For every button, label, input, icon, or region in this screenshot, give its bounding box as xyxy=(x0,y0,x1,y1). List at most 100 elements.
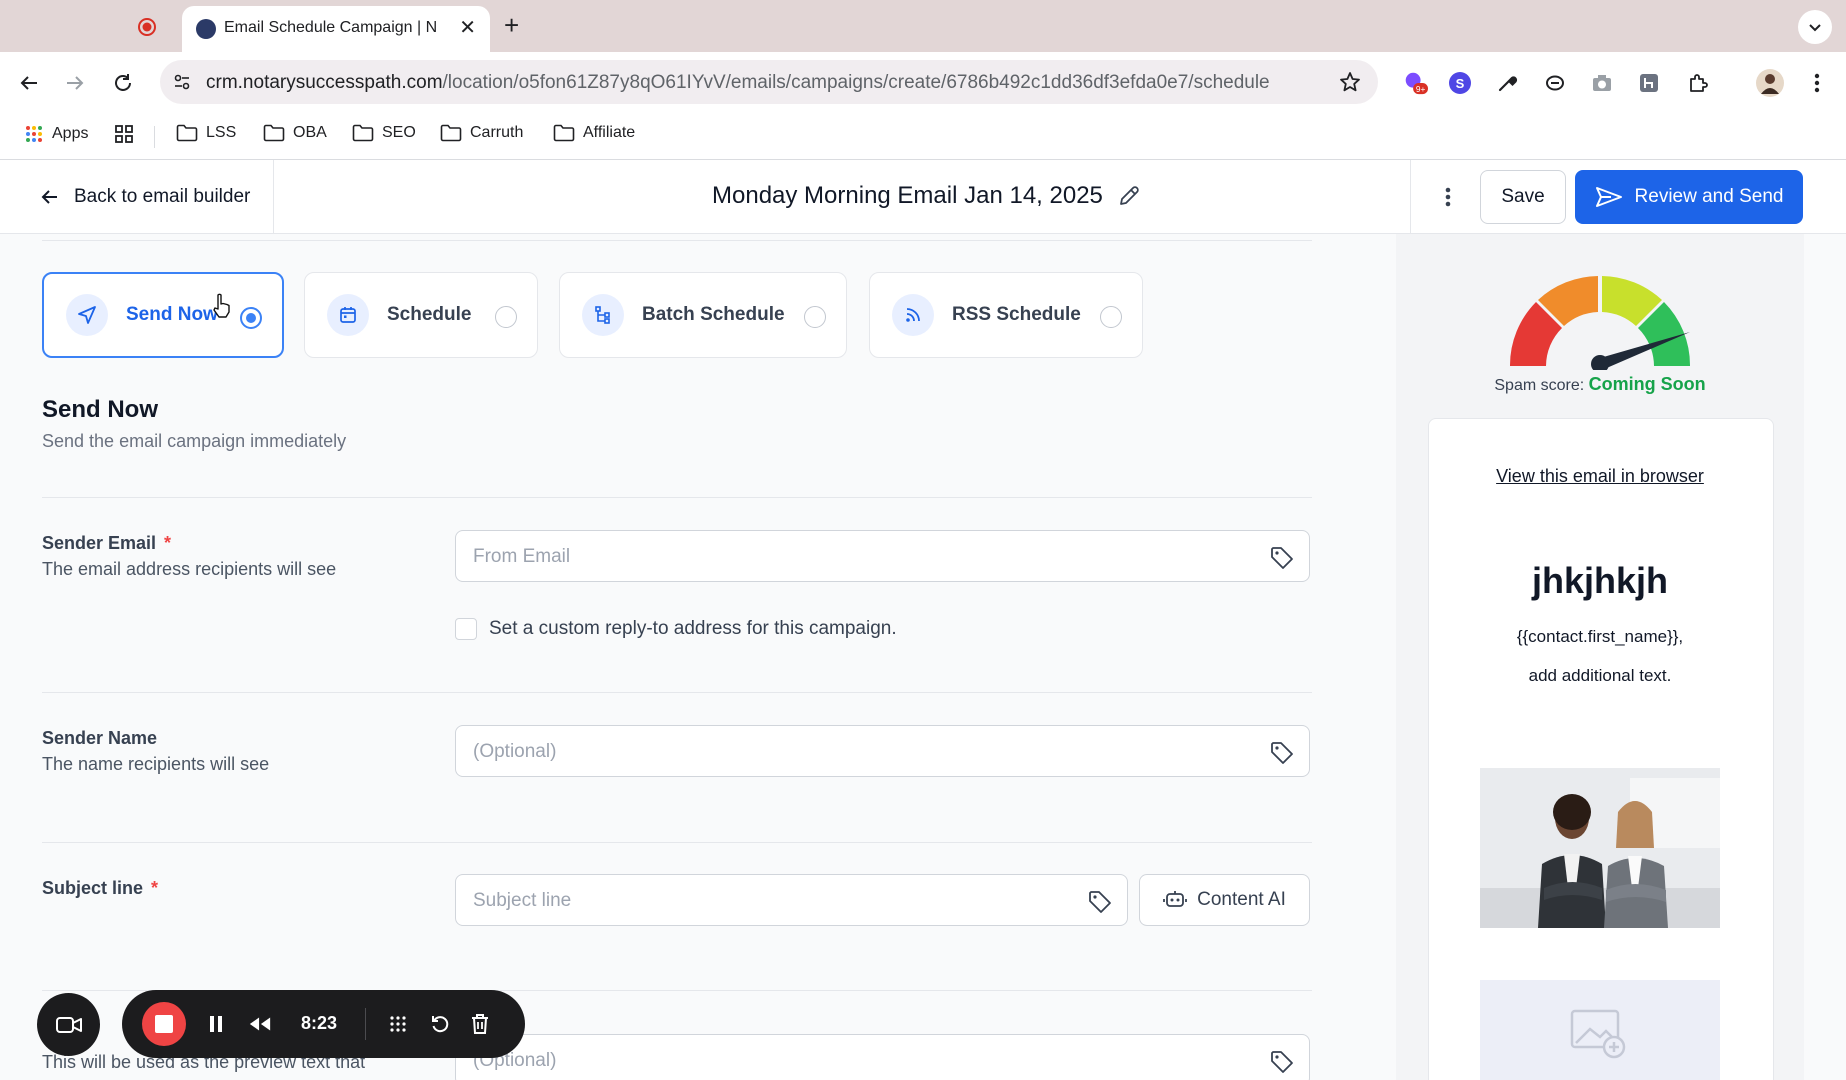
folder-icon xyxy=(352,124,374,142)
video-camera-icon xyxy=(55,1016,82,1033)
send-plane-icon xyxy=(66,294,108,336)
schedule-form: Send Now Schedule Batch Schedule RSS Sch… xyxy=(0,234,1396,1080)
new-tab-icon[interactable]: + xyxy=(504,12,519,38)
sender-name-input[interactable]: (Optional) xyxy=(455,725,1310,777)
address-bar[interactable]: crm.notarysuccesspath.com/location/o5fon… xyxy=(160,60,1378,104)
option-send-now[interactable]: Send Now xyxy=(42,272,284,358)
image-placeholder xyxy=(1480,980,1720,1080)
rss-schedule-radio[interactable] xyxy=(1100,306,1122,328)
rewind-icon[interactable] xyxy=(248,1012,272,1036)
folder-icon xyxy=(553,124,575,142)
trash-icon[interactable] xyxy=(468,1012,492,1036)
review-and-send-button[interactable]: Review and Send xyxy=(1575,170,1803,224)
send-now-radio[interactable] xyxy=(240,307,262,329)
bookmark-star-icon[interactable] xyxy=(1338,70,1362,94)
bookmark-folder-oba[interactable]: OBA xyxy=(263,124,327,142)
back-arrow-icon[interactable] xyxy=(16,70,42,96)
bookmark-divider xyxy=(154,126,155,148)
sender-name-label: Sender Name xyxy=(42,728,158,748)
custom-reply-to-label: Set a custom reply-to address for this c… xyxy=(489,618,897,639)
arrow-left-icon xyxy=(41,190,57,204)
close-tab-icon[interactable]: ✕ xyxy=(459,17,476,39)
subject-line-label: Subject line * xyxy=(42,878,159,898)
bookmark-folder-lss[interactable]: LSS xyxy=(176,124,236,142)
section-title: Send Now xyxy=(42,396,159,423)
browser-toolbar: crm.notarysuccesspath.com/location/o5fon… xyxy=(0,52,1846,112)
bookmark-folder-seo[interactable]: SEO xyxy=(352,124,416,142)
extension-chat-icon[interactable] xyxy=(1542,70,1568,96)
restart-icon[interactable] xyxy=(428,1012,452,1036)
svg-text:S: S xyxy=(1456,76,1465,91)
email-greeting: {{contact.first_name}}, xyxy=(1516,627,1684,646)
save-button[interactable]: Save xyxy=(1480,170,1566,224)
folder-icon xyxy=(440,124,462,142)
batch-tree-icon xyxy=(582,294,624,336)
robot-icon xyxy=(1163,891,1188,907)
forward-arrow-icon[interactable] xyxy=(62,70,88,96)
stop-recording-button[interactable] xyxy=(142,1002,186,1046)
divider xyxy=(42,240,1312,241)
divider xyxy=(42,692,1312,693)
batch-schedule-radio[interactable] xyxy=(804,306,826,328)
camera-icon[interactable] xyxy=(1589,70,1615,96)
drag-handle-icon[interactable] xyxy=(386,1012,410,1036)
tag-icon[interactable] xyxy=(1269,740,1295,766)
extensions-puzzle-icon[interactable] xyxy=(1685,70,1711,96)
rss-icon xyxy=(892,294,934,336)
back-to-email-builder-link[interactable]: Back to email builder xyxy=(40,160,274,234)
tag-icon[interactable] xyxy=(1269,1049,1295,1075)
tab-search-chevron-icon[interactable] xyxy=(1798,10,1832,44)
svg-text:9+: 9+ xyxy=(1416,84,1426,94)
recording-tab[interactable] xyxy=(136,16,158,38)
recording-timer: 8:23 xyxy=(301,1013,338,1033)
bookmark-apps[interactable]: Apps xyxy=(24,124,88,144)
custom-reply-to-checkbox[interactable] xyxy=(455,618,477,640)
header-divider xyxy=(1410,160,1411,234)
edit-pencil-icon[interactable] xyxy=(1117,184,1141,208)
schedule-radio[interactable] xyxy=(495,306,517,328)
profile-avatar[interactable] xyxy=(1755,68,1785,98)
tab-title: Email Schedule Campaign | N xyxy=(224,19,438,36)
record-icon xyxy=(138,18,156,36)
active-tab[interactable]: Email Schedule Campaign | N ✕ xyxy=(182,6,490,52)
sender-name-help: The name recipients will see xyxy=(42,754,270,774)
browser-tab-strip: Email Schedule Campaign | N ✕ + xyxy=(0,0,1846,52)
tag-icon[interactable] xyxy=(1087,889,1113,915)
tag-icon[interactable] xyxy=(1269,545,1295,571)
divider xyxy=(42,842,1312,843)
campaign-title: Monday Morning Email Jan 14, 2025 xyxy=(712,182,1141,210)
sender-email-help: The email address recipients will see xyxy=(42,559,337,579)
recorder-camera-button[interactable] xyxy=(37,993,100,1056)
sender-email-label: Sender Email * xyxy=(42,533,172,553)
url-text: crm.notarysuccesspath.com/location/o5fon… xyxy=(206,72,1270,93)
send-plane-icon xyxy=(1595,187,1622,207)
option-schedule[interactable]: Schedule xyxy=(304,272,538,358)
bookmark-folder-affiliate[interactable]: Affiliate xyxy=(553,124,635,142)
view-in-browser-link[interactable]: View this email in browser xyxy=(1396,466,1804,487)
email-preview-panel: Spam score: Coming Soon View this email … xyxy=(1396,234,1804,1080)
extension-box-icon[interactable] xyxy=(1636,70,1662,96)
section-description: Send the email campaign immediately xyxy=(42,431,347,451)
folder-icon xyxy=(263,124,285,142)
bookmarks-bar: Apps LSS OBA SEO Carruth Affiliate xyxy=(0,112,1846,160)
browser-menu-icon[interactable] xyxy=(1804,70,1830,96)
pause-icon[interactable] xyxy=(204,1012,228,1036)
site-settings-icon[interactable] xyxy=(172,72,192,92)
preview-text-input[interactable]: (Optional) xyxy=(455,1034,1310,1080)
sender-email-input[interactable]: From Email xyxy=(455,530,1310,582)
option-rss-schedule[interactable]: RSS Schedule xyxy=(869,272,1143,358)
bookmark-folder-carruth[interactable]: Carruth xyxy=(440,124,523,142)
option-batch-schedule[interactable]: Batch Schedule xyxy=(559,272,847,358)
content-ai-button[interactable]: Content AI xyxy=(1139,874,1310,926)
subject-line-input[interactable]: Subject line xyxy=(455,874,1128,926)
apps-grid-icon xyxy=(26,126,42,142)
bookmark-grid-icon[interactable] xyxy=(114,124,134,144)
extension-s-icon[interactable]: S xyxy=(1447,70,1473,96)
image-placeholder-icon xyxy=(1570,1009,1626,1059)
more-options-icon[interactable] xyxy=(1434,182,1462,212)
eyedropper-icon[interactable] xyxy=(1494,70,1520,96)
campaign-header: Back to email builder Monday Morning Ema… xyxy=(0,160,1846,234)
divider xyxy=(42,497,1312,498)
extension-notifications-icon[interactable]: 9+ xyxy=(1402,70,1428,96)
reload-icon[interactable] xyxy=(110,70,136,96)
